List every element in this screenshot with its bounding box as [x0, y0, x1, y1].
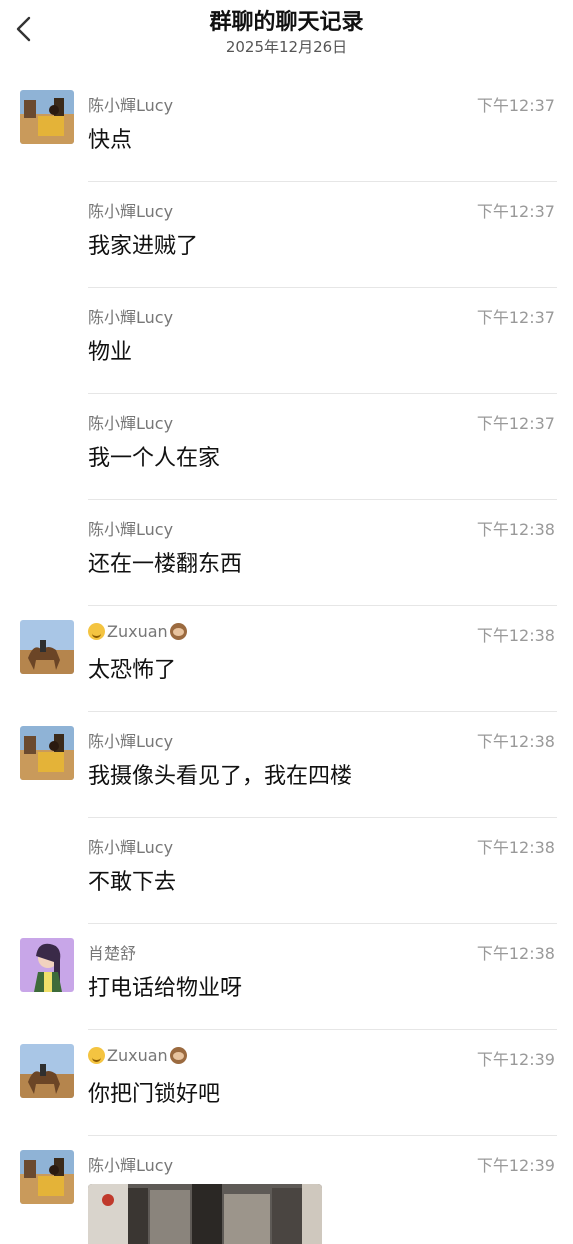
avatar-lucy[interactable]	[20, 90, 74, 144]
message-item[interactable]: 陈小輝Lucy 下午12:38 我摄像头看见了，我在四楼	[0, 712, 573, 818]
message-text: 快点	[88, 128, 133, 153]
message-item[interactable]: 陈小輝Lucy 下午12:37 我家进贼了	[0, 182, 573, 288]
message-time: 下午12:37	[476, 414, 555, 433]
message-time: 下午12:38	[476, 944, 555, 963]
message-image[interactable]	[88, 1184, 322, 1244]
message-item[interactable]: Zuxuan 下午12:39 你把门锁好吧	[0, 1030, 573, 1136]
avatar-xiaochushu[interactable]	[20, 938, 74, 992]
message-text: 物业	[88, 340, 133, 365]
message-time: 下午12:38	[476, 520, 555, 539]
sender-name: Zuxuan	[88, 622, 187, 641]
monkey-emoji-icon	[169, 1047, 187, 1064]
message-item[interactable]: 陈小輝Lucy 下午12:39	[0, 1136, 573, 1244]
message-item[interactable]: 陈小輝Lucy 下午12:38 不敢下去	[0, 818, 573, 924]
avatar-zuxuan[interactable]	[20, 620, 74, 674]
message-text: 不敢下去	[88, 870, 177, 895]
message-text: 太恐怖了	[88, 658, 177, 683]
message-time: 下午12:38	[476, 626, 555, 645]
sender-name: 陈小輝Lucy	[88, 1156, 174, 1175]
avatar-zuxuan[interactable]	[20, 1044, 74, 1098]
message-item[interactable]: 肖楚舒 下午12:38 打电话给物业呀	[0, 924, 573, 1030]
sender-name: 陈小輝Lucy	[88, 414, 174, 433]
message-item[interactable]: Zuxuan 下午12:38 太恐怖了	[0, 606, 573, 712]
smirk-emoji-icon	[88, 1047, 105, 1064]
monkey-emoji-icon	[169, 623, 187, 640]
message-time: 下午12:37	[476, 308, 555, 327]
message-time: 下午12:38	[476, 732, 555, 751]
message-item[interactable]: 陈小輝Lucy 下午12:37 快点	[0, 76, 573, 182]
sender-name: 陈小輝Lucy	[88, 732, 174, 751]
message-text: 打电话给物业呀	[88, 976, 243, 1001]
sender-name: 陈小輝Lucy	[88, 96, 174, 115]
message-text: 我家进贼了	[88, 234, 199, 259]
message-time: 下午12:38	[476, 838, 555, 857]
avatar-lucy[interactable]	[20, 1150, 74, 1204]
message-text: 你把门锁好吧	[88, 1082, 221, 1107]
sender-name: 陈小輝Lucy	[88, 520, 174, 539]
sender-name: 陈小輝Lucy	[88, 202, 174, 221]
message-text: 还在一楼翻东西	[88, 552, 243, 577]
message-time: 下午12:37	[476, 202, 555, 221]
page-title: 群聊的聊天记录	[209, 10, 364, 35]
message-text: 我一个人在家	[88, 446, 221, 471]
message-item[interactable]: 陈小輝Lucy 下午12:37 物业	[0, 288, 573, 394]
message-item[interactable]: 陈小輝Lucy 下午12:37 我一个人在家	[0, 394, 573, 500]
sender-name: 肖楚舒	[88, 944, 137, 963]
message-time: 下午12:37	[476, 96, 555, 115]
sender-name-text: Zuxuan	[107, 622, 168, 641]
page-date: 2025年12月26日	[225, 38, 348, 56]
smirk-emoji-icon	[88, 623, 105, 640]
sender-name: Zuxuan	[88, 1046, 187, 1065]
avatar-lucy[interactable]	[20, 726, 74, 780]
sender-name: 陈小輝Lucy	[88, 308, 174, 327]
header-bar: 群聊的聊天记录 2025年12月26日	[0, 0, 573, 64]
message-time: 下午12:39	[476, 1156, 555, 1175]
message-text: 我摄像头看见了，我在四楼	[88, 764, 353, 789]
message-item[interactable]: 陈小輝Lucy 下午12:38 还在一楼翻东西	[0, 500, 573, 606]
message-time: 下午12:39	[476, 1050, 555, 1069]
sender-name-text: Zuxuan	[107, 1046, 168, 1065]
sender-name: 陈小輝Lucy	[88, 838, 174, 857]
